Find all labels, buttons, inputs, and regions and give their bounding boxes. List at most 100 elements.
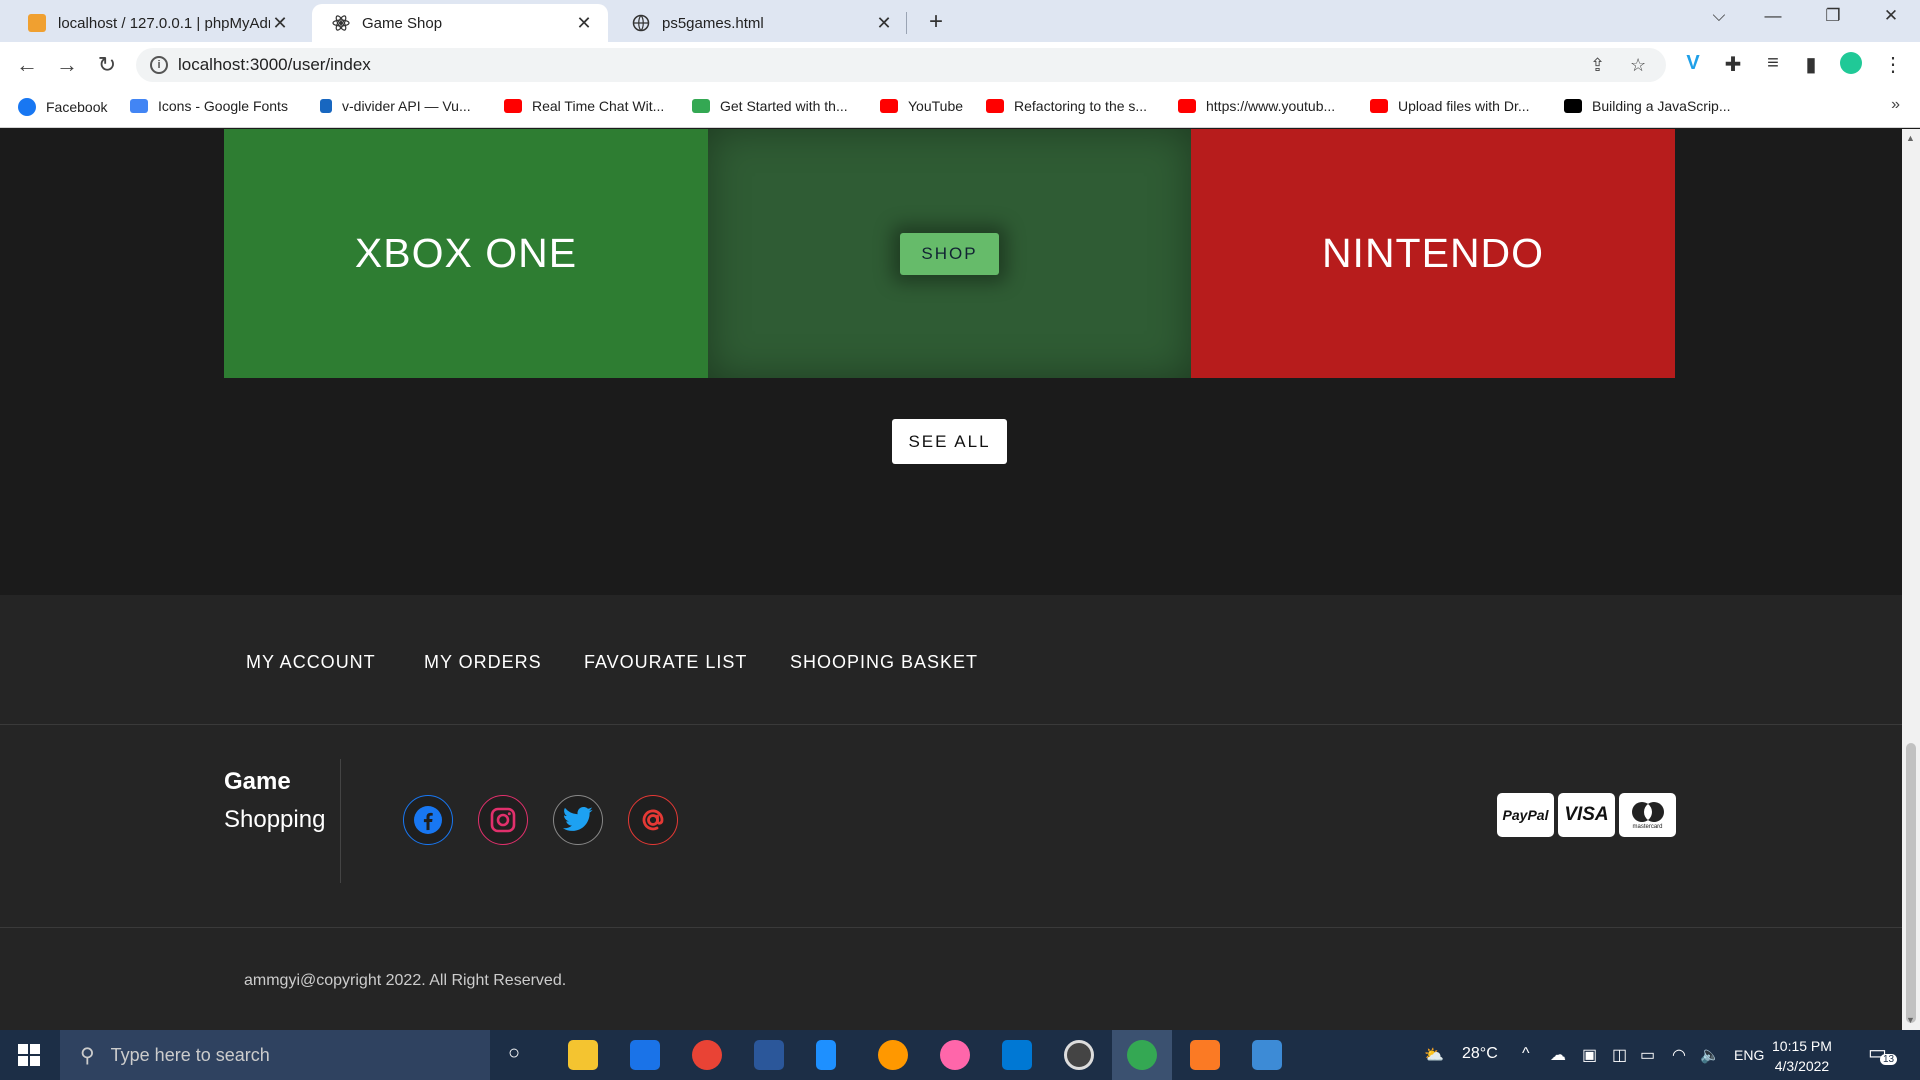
close-icon[interactable]: ✕ xyxy=(574,13,594,34)
bookmark-label: v-divider API — Vu... xyxy=(342,98,471,114)
youtube-icon xyxy=(1178,99,1196,113)
clock-date: 4/3/2022 xyxy=(1774,1058,1830,1074)
bookmark-label: Icons - Google Fonts xyxy=(158,98,288,114)
vscode-icon[interactable] xyxy=(1002,1040,1032,1070)
share-icon[interactable]: ⇪ xyxy=(1590,55,1605,76)
reload-button[interactable]: ↻ xyxy=(92,50,122,80)
camera-icon[interactable]: ◫ xyxy=(1612,1045,1627,1065)
address-bar[interactable]: i localhost:3000/user/index ⇪ ☆ xyxy=(136,48,1666,82)
bookmark-label: Upload files with Dr... xyxy=(1398,98,1530,114)
xampp-icon[interactable] xyxy=(1190,1040,1220,1070)
scroll-down-arrow-icon[interactable]: ▼ xyxy=(1906,1015,1915,1025)
bookmarks-bar: Facebook Icons - Google Fonts v-divider … xyxy=(0,88,1920,128)
shop-button[interactable]: SHOP xyxy=(900,232,999,275)
browser-toolbar: ← → ↻ i localhost:3000/user/index ⇪ ☆ V … xyxy=(0,42,1920,88)
side-panel-icon[interactable]: ▮ xyxy=(1798,52,1824,77)
twitter-icon[interactable] xyxy=(553,795,603,845)
bookmarks-overflow-button[interactable]: » xyxy=(1891,96,1900,114)
photos-icon[interactable] xyxy=(1252,1040,1282,1070)
youtube-icon xyxy=(504,99,522,113)
see-all-button[interactable]: SEE ALL xyxy=(892,419,1007,464)
tab-search-chevron-icon[interactable]: ⌵ xyxy=(1696,6,1742,26)
browser-menu-icon[interactable]: ⋮ xyxy=(1880,52,1906,77)
profile-avatar[interactable] xyxy=(1838,52,1864,80)
category-featured: SHOP xyxy=(708,129,1191,378)
extensions-puzzle-icon[interactable]: ✚ xyxy=(1720,52,1746,77)
browser-tab-strip: localhost / 127.0.0.1 | phpMyAdmin ✕ Gam… xyxy=(0,0,1920,42)
vuetify-icon xyxy=(320,99,332,113)
word-icon[interactable] xyxy=(754,1040,784,1070)
bookmark-youtube[interactable]: YouTube xyxy=(880,98,963,114)
new-tab-button[interactable]: + xyxy=(922,8,950,36)
tray-expand-icon[interactable]: ^ xyxy=(1522,1045,1530,1063)
google-fonts-icon xyxy=(130,99,148,113)
bookmark-realtime-chat[interactable]: Real Time Chat Wit... xyxy=(504,98,664,114)
paypal-label: PayPal xyxy=(1502,807,1549,823)
wifi-icon[interactable]: ◠ xyxy=(1672,1045,1686,1065)
osu-icon[interactable] xyxy=(940,1040,970,1070)
weather-temp[interactable]: 28°C xyxy=(1462,1045,1498,1063)
bookmark-google-fonts[interactable]: Icons - Google Fonts xyxy=(130,98,288,114)
bookmark-get-started[interactable]: Get Started with th... xyxy=(692,98,848,114)
chrome-dev-icon[interactable] xyxy=(1127,1040,1157,1070)
footer-link-favourite-list[interactable]: FAVOURATE LIST xyxy=(584,652,747,673)
bookmark-upload-files[interactable]: Upload files with Dr... xyxy=(1370,98,1530,114)
page-scrollbar[interactable]: ▲ ▼ xyxy=(1902,129,1920,1030)
bookmark-youtube-link[interactable]: https://www.youtub... xyxy=(1178,98,1335,114)
footer-link-my-account[interactable]: MY ACCOUNT xyxy=(246,652,376,673)
chrome-icon[interactable] xyxy=(692,1040,722,1070)
restore-button[interactable]: ❐ xyxy=(1810,6,1856,26)
bookmark-building-js[interactable]: Building a JavaScrip... xyxy=(1564,98,1731,114)
scroll-up-arrow-icon[interactable]: ▲ xyxy=(1906,133,1915,143)
onedrive-icon[interactable]: ☁ xyxy=(1550,1045,1566,1065)
taskbar-clock[interactable]: 10:15 PM 4/3/2022 xyxy=(1772,1036,1832,1076)
address-url[interactable]: localhost:3000/user/index xyxy=(178,55,371,75)
facebook-icon[interactable] xyxy=(403,795,453,845)
footer-link-shopping-basket[interactable]: SHOOPING BASKET xyxy=(790,652,978,673)
bookmark-vuetify[interactable]: v-divider API — Vu... xyxy=(320,98,471,114)
bookmark-label: Refactoring to the s... xyxy=(1014,98,1148,114)
footer-link-my-orders[interactable]: MY ORDERS xyxy=(424,652,542,673)
youtube-icon xyxy=(880,99,898,113)
tab-ps5games[interactable]: ps5games.html ✕ xyxy=(612,4,908,42)
file-explorer-icon[interactable] xyxy=(568,1040,598,1070)
bookmark-label: Get Started with th... xyxy=(720,98,848,114)
mail-icon[interactable] xyxy=(630,1040,660,1070)
battery-icon[interactable]: ▭ xyxy=(1640,1045,1655,1065)
email-at-icon[interactable] xyxy=(628,795,678,845)
close-icon[interactable]: ✕ xyxy=(270,13,290,34)
category-xbox-one[interactable]: XBOX ONE xyxy=(224,129,708,378)
back-button[interactable]: ← xyxy=(12,50,42,80)
notification-count: 13 xyxy=(1880,1054,1898,1065)
tab-game-shop[interactable]: Game Shop ✕ xyxy=(312,4,608,42)
windows-start-icon[interactable] xyxy=(18,1044,40,1066)
obs-icon[interactable] xyxy=(1064,1040,1094,1070)
media-queue-icon[interactable]: ≡ xyxy=(1760,52,1786,75)
bookmark-label: YouTube xyxy=(908,98,964,114)
close-window-button[interactable]: ✕ xyxy=(1868,6,1914,26)
device-icon[interactable]: ▣ xyxy=(1582,1045,1597,1065)
language-indicator[interactable]: ENG xyxy=(1734,1047,1764,1063)
scrollbar-thumb[interactable] xyxy=(1906,743,1916,1023)
phone-link-icon[interactable] xyxy=(816,1040,836,1070)
cortana-icon[interactable]: ○ xyxy=(508,1042,520,1065)
bookmark-label: Real Time Chat Wit... xyxy=(532,98,665,114)
minimize-button[interactable]: — xyxy=(1750,6,1796,26)
vimeo-extension-icon[interactable]: V xyxy=(1680,52,1706,75)
browser-app-icon[interactable] xyxy=(878,1040,908,1070)
bookmark-star-icon[interactable]: ☆ xyxy=(1630,55,1646,76)
close-icon[interactable]: ✕ xyxy=(874,13,894,34)
forward-button[interactable]: → xyxy=(52,50,82,80)
instagram-icon[interactable] xyxy=(478,795,528,845)
category-title: NINTENDO xyxy=(1321,230,1545,276)
tab-phpmyadmin[interactable]: localhost / 127.0.0.1 | phpMyAdmin ✕ xyxy=(8,4,304,42)
category-nintendo[interactable]: NINTENDO xyxy=(1191,129,1675,378)
react-icon xyxy=(332,14,350,32)
bookmark-facebook[interactable]: Facebook xyxy=(18,98,107,116)
bookmark-refactoring[interactable]: Refactoring to the s... xyxy=(986,98,1147,114)
site-info-icon[interactable]: i xyxy=(150,56,168,74)
volume-icon[interactable]: 🔈 xyxy=(1700,1045,1720,1065)
notifications-icon[interactable]: ▭ 13 xyxy=(1868,1040,1898,1065)
weather-icon[interactable]: ⛅ xyxy=(1424,1045,1444,1065)
taskbar-search-box[interactable]: ⚲ Type here to search xyxy=(60,1030,490,1080)
